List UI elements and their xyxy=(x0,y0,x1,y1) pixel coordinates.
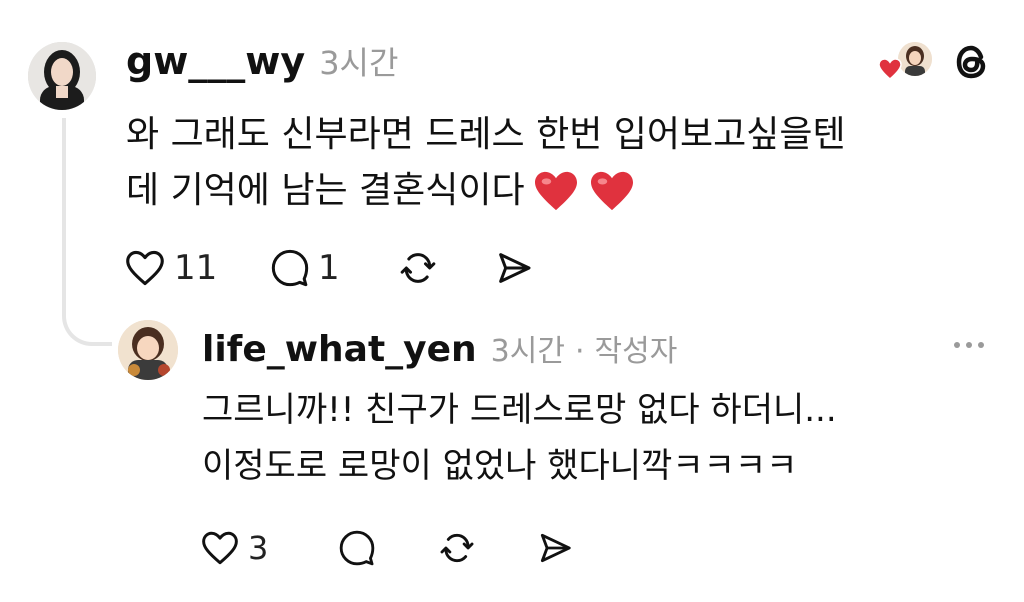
speech-bubble-icon xyxy=(271,249,309,287)
thread-connector-line xyxy=(62,118,112,346)
like-button[interactable]: 11 xyxy=(124,246,217,290)
author-liked-indicator xyxy=(876,42,936,82)
reply-button[interactable]: 1 xyxy=(270,246,340,290)
heart-outline-icon xyxy=(126,250,164,286)
repost-button[interactable] xyxy=(438,526,476,570)
more-options-button[interactable] xyxy=(954,340,984,350)
heart-outline-icon xyxy=(202,531,238,565)
heart-badge-icon xyxy=(878,58,902,80)
reply-button[interactable] xyxy=(338,526,376,570)
username[interactable]: gw___wy xyxy=(126,39,305,83)
reply-text-line-1: 그르니까!! 친구가 드레스로망 없다 하더니... xyxy=(202,390,837,430)
repost-arrows-icon xyxy=(440,533,474,563)
avatar-illustration xyxy=(118,320,178,380)
more-horizontal-icon xyxy=(954,342,984,348)
comment-text-line-1: 와 그래도 신부라면 드레스 한번 입어보고싶을텐 xyxy=(126,114,846,155)
comment-header: gw___wy 3시간 xyxy=(126,38,398,88)
send-arrow-icon xyxy=(540,533,571,563)
repost-arrows-icon xyxy=(400,253,436,283)
separator: · xyxy=(574,334,585,369)
avatar[interactable] xyxy=(28,42,96,110)
avatar[interactable] xyxy=(118,320,178,380)
share-button[interactable] xyxy=(494,246,534,290)
send-arrow-icon xyxy=(499,253,531,283)
heart-emoji-icon xyxy=(589,170,635,212)
timestamp: 3시간 xyxy=(319,44,399,82)
threads-logo-icon[interactable] xyxy=(950,40,994,84)
share-button[interactable] xyxy=(536,526,574,570)
reply-header: life_what_yen 3시간 · 작성자 xyxy=(202,326,677,374)
like-button[interactable]: 3 xyxy=(200,526,268,570)
like-count: 3 xyxy=(248,529,269,567)
author-heart-avatar-icon xyxy=(898,42,932,76)
repost-button[interactable] xyxy=(398,246,438,290)
author-badge: 작성자 xyxy=(594,334,678,369)
reply-count: 1 xyxy=(318,248,340,288)
speech-bubble-icon xyxy=(339,530,375,566)
avatar-photo xyxy=(28,42,96,110)
username[interactable]: life_what_yen xyxy=(202,329,477,370)
reply-text-line-2: 이정도로 로망이 없었나 했다니깍ㅋㅋㅋㅋ xyxy=(202,446,798,486)
like-count: 11 xyxy=(174,248,218,288)
heart-emoji-icon xyxy=(533,170,579,212)
comment-text: 데 기억에 남는 결혼식이다 xyxy=(126,170,525,211)
timestamp: 3시간 xyxy=(490,334,565,369)
comment-text-line-2: 데 기억에 남는 결혼식이다 xyxy=(126,164,635,218)
